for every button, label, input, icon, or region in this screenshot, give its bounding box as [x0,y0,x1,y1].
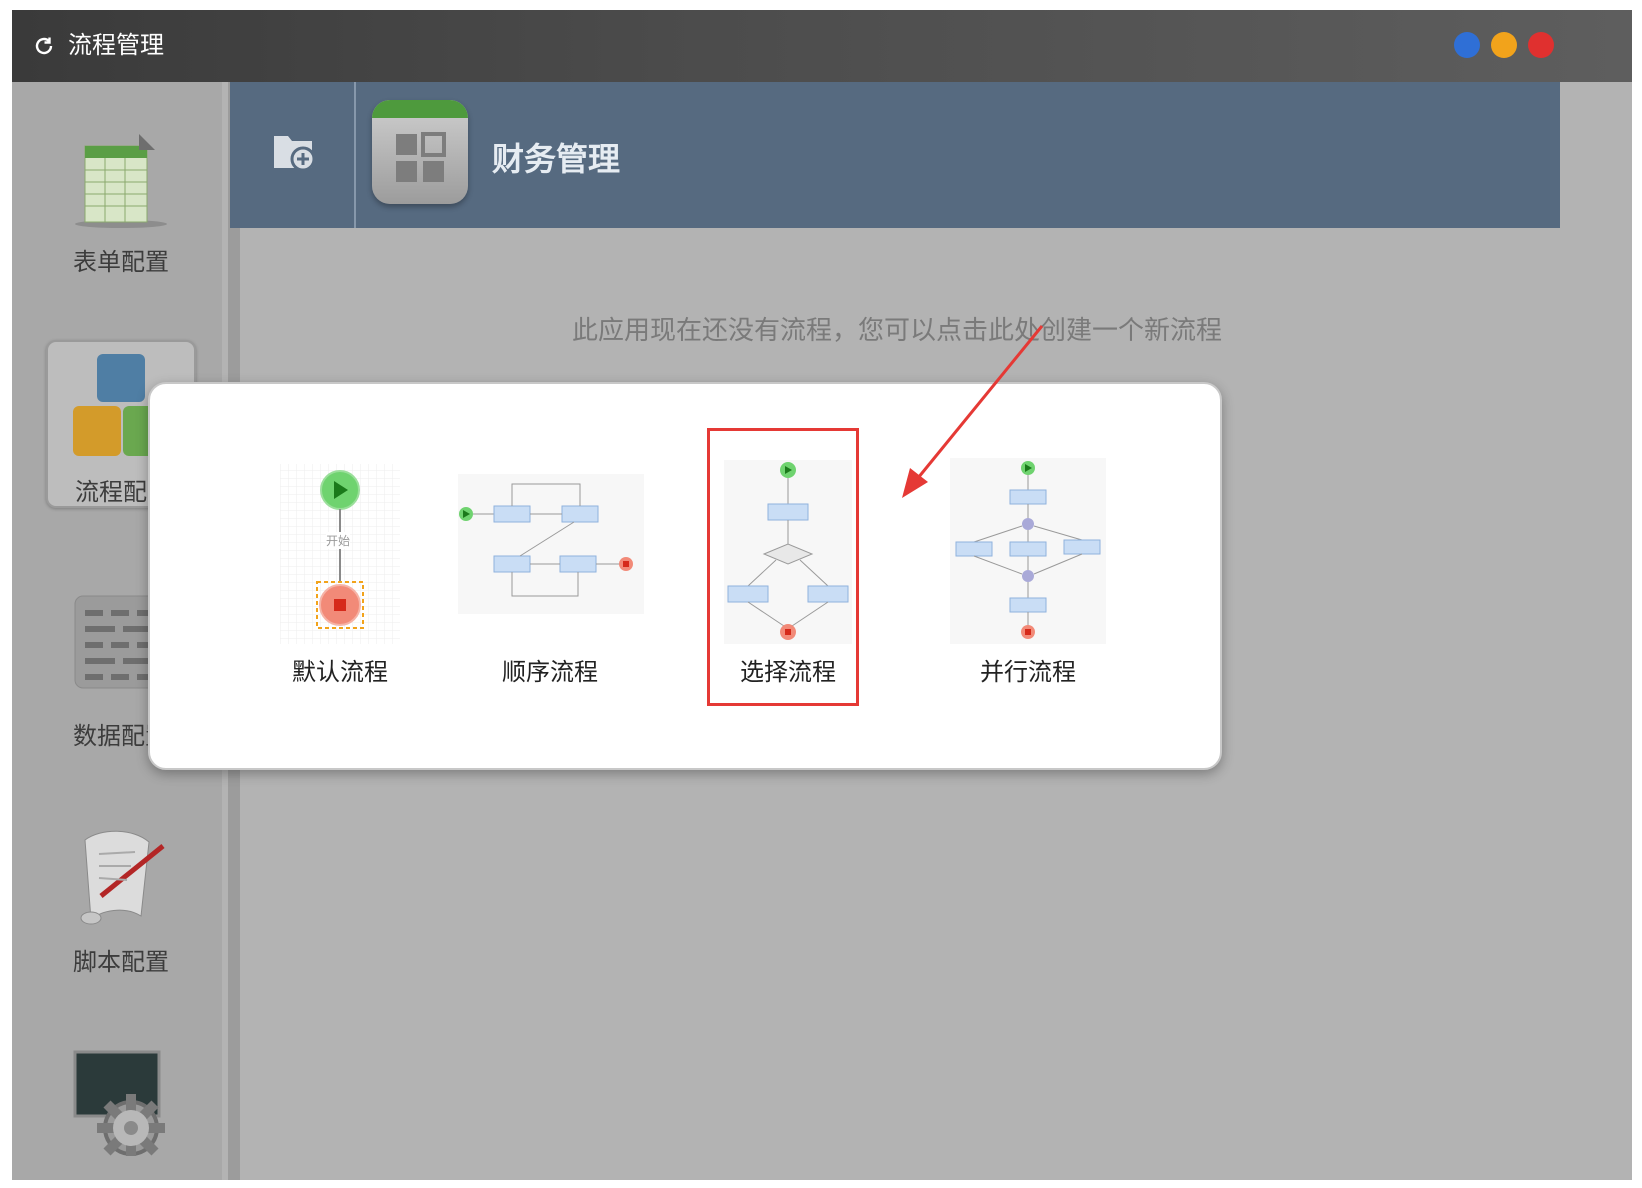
app-name: 财务管理 [492,140,621,178]
flow-option-default[interactable]: 开始 默认流程 [240,454,440,704]
flow-option-label: 并行流程 [980,658,1076,686]
refresh-icon [35,37,53,55]
app-grid-icon[interactable] [372,100,468,204]
sidebar-item-form-config[interactable]: 表单配置 [46,112,196,280]
default-flow-thumbnail [280,464,400,644]
form-sheet-icon [75,134,167,228]
flow-type-picker: 开始 默认流程 顺序流程 选择流程 并行流程 [148,382,1222,770]
start-label: 开始 [326,532,351,549]
title-bar: 流程管理 [12,10,1632,82]
app-header: 财务管理 [230,82,1560,228]
sidebar-item-label: 表单配置 [73,248,169,276]
flow-option-label: 默认流程 [292,658,388,686]
flow-option-label: 顺序流程 [502,658,598,686]
settings-gear-icon [73,1050,165,1156]
folder-add-icon[interactable] [270,128,316,174]
window-title: 流程管理 [68,31,164,59]
flow-option-parallel[interactable]: 并行流程 [928,454,1128,704]
window-control-orange[interactable] [1491,32,1517,58]
selection-highlight [707,428,859,706]
header-divider [354,82,356,228]
sidebar-item-script-config[interactable]: 脚本配置 [46,812,196,980]
window-control-blue[interactable] [1454,32,1480,58]
flow-option-sequential[interactable]: 顺序流程 [450,454,650,704]
window-control-close[interactable] [1528,32,1554,58]
script-scroll-icon [80,830,165,925]
sequential-flow-thumbnail [458,474,644,614]
sidebar-item-settings[interactable] [46,1038,196,1180]
empty-flow-hint-link[interactable]: 此应用现在还没有流程，您可以点击此处创建一个新流程 [572,310,1222,347]
parallel-flow-thumbnail [950,458,1106,644]
sidebar-item-label: 脚本配置 [73,948,169,976]
